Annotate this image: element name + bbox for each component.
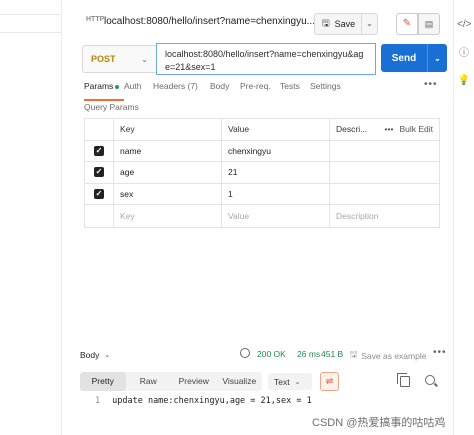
right-sidebar: </> ⓘ 💡 bbox=[453, 0, 474, 435]
comments-button[interactable]: ▤ bbox=[418, 13, 440, 35]
wrap-lines-button[interactable]: ⇌ bbox=[320, 372, 339, 391]
status-code[interactable]: 200 OK bbox=[257, 349, 286, 359]
send-label: Send bbox=[391, 52, 417, 64]
tab-pre-request[interactable]: Pre-req. bbox=[240, 81, 280, 97]
bulk-edit-link[interactable]: ••• Bulk Edit bbox=[385, 124, 439, 134]
save-button[interactable]: 🖫 Save bbox=[314, 13, 362, 35]
tab-headers[interactable]: Headers (7) bbox=[153, 81, 210, 97]
edit-button[interactable]: ✎ bbox=[396, 13, 418, 35]
param-description[interactable] bbox=[330, 184, 439, 205]
sidebar-divider bbox=[0, 14, 62, 15]
more-icon[interactable]: ••• bbox=[385, 124, 394, 134]
param-value[interactable]: 21 bbox=[222, 162, 330, 183]
param-value[interactable]: 1 bbox=[222, 183, 330, 204]
chevron-down-icon[interactable]: ⌄ bbox=[428, 54, 447, 63]
http-request-icon: HTTP bbox=[86, 16, 105, 23]
header-check-cell bbox=[85, 119, 114, 140]
wrap-icon: ⇌ bbox=[325, 376, 334, 386]
row-checkbox-cell: ✓ bbox=[85, 162, 114, 183]
table-row: ✓ sex 1 bbox=[85, 183, 439, 205]
param-key[interactable]: sex bbox=[114, 183, 222, 204]
column-header-value: Value bbox=[222, 119, 330, 140]
save-dropdown-button[interactable]: ⌄ bbox=[361, 13, 378, 35]
send-button[interactable]: Send ⌄ bbox=[381, 44, 447, 72]
chevron-down-icon[interactable]: ⌄ bbox=[104, 351, 110, 359]
request-tabs: Params Auth Headers (7) Body Pre-req. Te… bbox=[84, 81, 440, 101]
new-description-input[interactable]: Description bbox=[330, 205, 439, 227]
column-header-description: Descri... ••• Bulk Edit bbox=[330, 119, 439, 140]
watermark: CSDN @热爱搞事的咕咕鸡 bbox=[312, 417, 446, 429]
table-row-empty: Key Value Description bbox=[85, 205, 439, 227]
table-row: ✓ age 21 bbox=[85, 162, 439, 184]
method-select[interactable]: POST ⌄ bbox=[82, 45, 156, 73]
response-text: update name:chenxingyu,age = 21,sex = 1 bbox=[112, 396, 312, 406]
format-label: Text bbox=[274, 376, 290, 387]
tab-params[interactable]: Params bbox=[84, 81, 124, 101]
save-as-example-button[interactable]: 🖫 Save as example bbox=[350, 349, 426, 363]
format-select[interactable]: Text ⌄ bbox=[268, 373, 312, 390]
lightbulb-icon[interactable]: 💡 bbox=[457, 74, 471, 88]
globe-icon[interactable] bbox=[240, 348, 250, 358]
param-key[interactable]: age bbox=[114, 162, 222, 183]
tab-settings[interactable]: Settings bbox=[310, 81, 341, 97]
request-header: HTTP localhost:8080/hello/insert?name=ch… bbox=[80, 11, 450, 35]
tab-pretty[interactable]: Pretty bbox=[80, 372, 126, 391]
save-icon: 🖫 bbox=[322, 18, 330, 28]
info-icon[interactable]: ⓘ bbox=[457, 47, 471, 61]
tab-visualize[interactable]: Visualize bbox=[217, 372, 263, 391]
more-options-icon[interactable]: ••• bbox=[433, 347, 447, 358]
chevron-down-icon: ⌄ bbox=[294, 378, 301, 386]
line-number: 1 bbox=[95, 396, 101, 406]
sidebar-divider bbox=[0, 32, 62, 33]
response-body-label[interactable]: Body bbox=[80, 350, 99, 360]
tab-preview[interactable]: Preview bbox=[171, 372, 217, 391]
pencil-icon: ✎ bbox=[402, 18, 412, 29]
param-checkbox[interactable]: ✓ bbox=[94, 145, 104, 156]
row-checkbox-cell: ✓ bbox=[85, 140, 114, 161]
copy-icon[interactable] bbox=[397, 373, 410, 387]
param-checkbox[interactable]: ✓ bbox=[94, 167, 104, 178]
tab-tests[interactable]: Tests bbox=[280, 81, 310, 97]
code-icon[interactable]: </> bbox=[457, 18, 471, 32]
response-bar: Body ⌄ 200 OK 26 ms 451 B 🖫 Save as examp… bbox=[80, 347, 450, 363]
params-table: Key Value Descri... ••• Bulk Edit ✓ name … bbox=[84, 118, 440, 228]
tab-body[interactable]: Body bbox=[210, 81, 240, 97]
tab-raw[interactable]: Raw bbox=[126, 372, 172, 391]
table-row: ✓ name chenxingyu bbox=[85, 140, 439, 162]
save-label: Save bbox=[334, 19, 356, 29]
query-params-title: Query Params bbox=[84, 102, 139, 112]
search-icon[interactable] bbox=[425, 375, 435, 385]
param-description[interactable] bbox=[330, 141, 439, 162]
comment-icon: ▤ bbox=[424, 19, 434, 29]
param-checkbox[interactable]: ✓ bbox=[94, 188, 104, 199]
url-input[interactable]: localhost:8080/hello/insert?name=chenxin… bbox=[156, 43, 376, 75]
active-dot-icon bbox=[115, 84, 120, 89]
param-description[interactable] bbox=[330, 162, 439, 183]
param-value[interactable]: chenxingyu bbox=[222, 140, 330, 161]
new-value-input[interactable]: Value bbox=[222, 205, 330, 227]
method-label: POST bbox=[91, 54, 116, 64]
row-checkbox-cell bbox=[85, 205, 114, 227]
param-key[interactable]: name bbox=[114, 140, 222, 161]
tab-auth[interactable]: Auth bbox=[124, 81, 153, 97]
response-size[interactable]: 451 B bbox=[321, 349, 343, 359]
column-header-key: Key bbox=[114, 119, 222, 140]
more-options-icon[interactable]: ••• bbox=[424, 79, 438, 90]
left-sidebar bbox=[0, 0, 62, 435]
chevron-down-icon: ⌄ bbox=[141, 54, 148, 64]
response-time[interactable]: 26 ms bbox=[297, 349, 320, 359]
response-view-tabs: Pretty Raw Preview Visualize bbox=[80, 372, 262, 391]
row-checkbox-cell: ✓ bbox=[85, 183, 114, 204]
response-body: 1 update name:chenxingyu,age = 21,sex = … bbox=[95, 396, 312, 406]
save-icon: 🖫 bbox=[350, 349, 358, 359]
request-tab-title[interactable]: localhost:8080/hello/insert?name=chenxin… bbox=[104, 16, 315, 27]
new-key-input[interactable]: Key bbox=[114, 205, 222, 227]
chevron-down-icon: ⌄ bbox=[366, 19, 373, 28]
table-header-row: Key Value Descri... ••• Bulk Edit bbox=[85, 119, 439, 141]
